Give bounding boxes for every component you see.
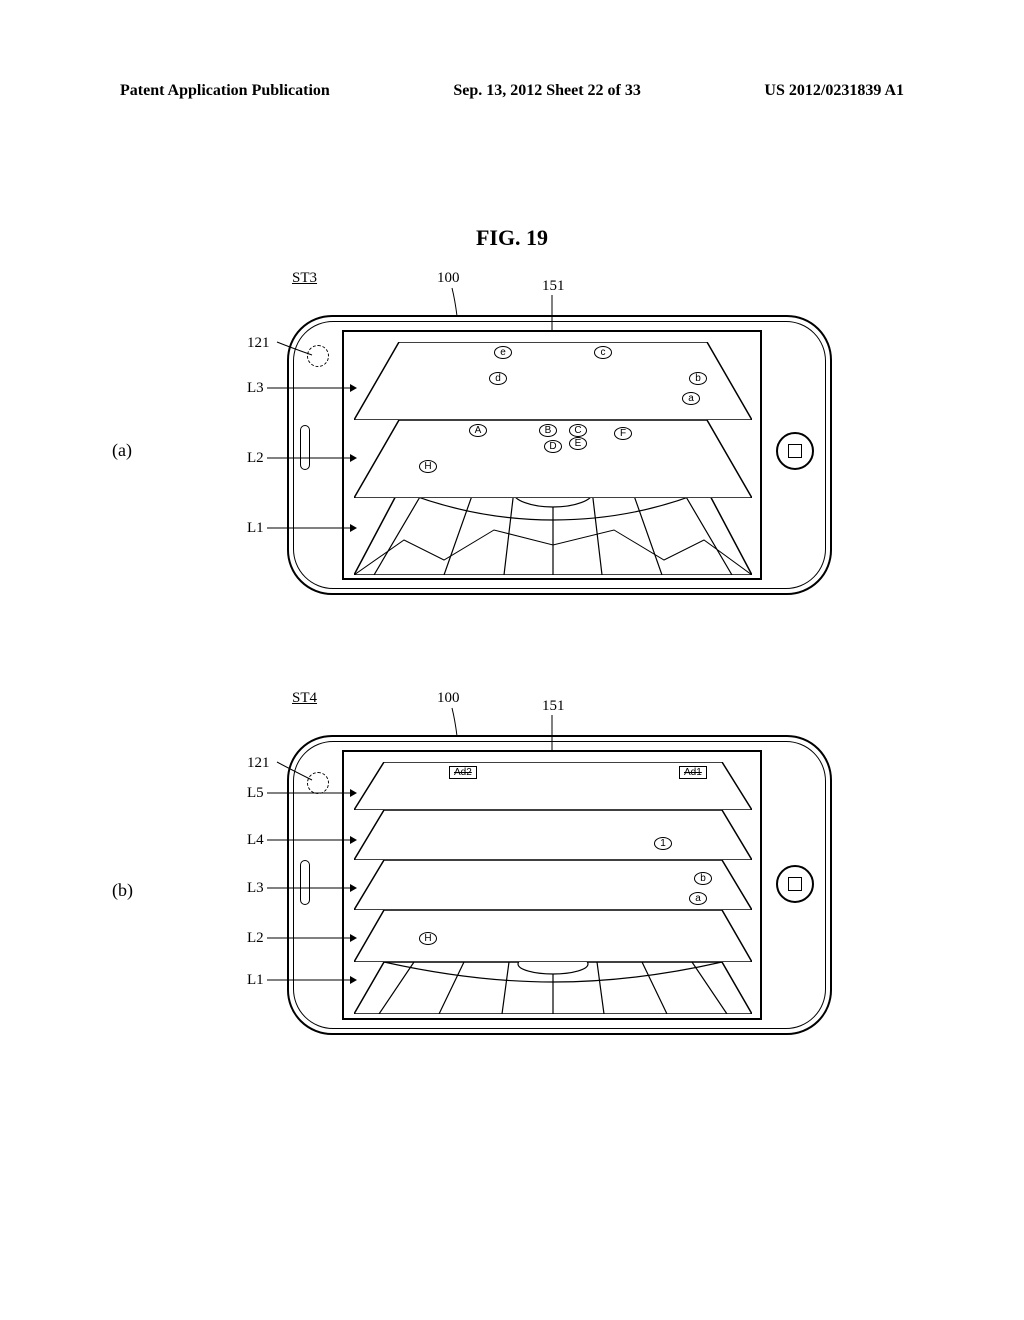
home-button-a <box>776 432 814 470</box>
letter-B-l2: B <box>539 424 557 437</box>
l1-label-a: L1 <box>247 520 264 537</box>
layer-l1-a <box>354 490 752 575</box>
st4-label: ST4 <box>292 690 317 707</box>
letter-E-l2: E <box>569 437 587 450</box>
diagram-b: (b) ST4 100 151 121 L5 L4 L3 L2 L1 <box>162 680 862 1080</box>
ref-121-b: 121 <box>247 755 270 772</box>
ref-151-a: 151 <box>542 278 565 295</box>
ad1-box: Ad1 <box>679 766 707 779</box>
side-button-b <box>300 860 310 905</box>
ref-100-a: 100 <box>437 270 460 287</box>
letter-e-l3: e <box>494 346 512 359</box>
ref-151-b: 151 <box>542 698 565 715</box>
letter-a-l3-b: a <box>689 892 707 905</box>
header-left: Patent Application Publication <box>120 82 330 100</box>
letter-d-l3: d <box>489 372 507 385</box>
home-square-icon-a <box>788 444 802 458</box>
l4-label-b: L4 <box>247 832 264 849</box>
letter-F-l2: F <box>614 427 632 440</box>
l3-label-b: L3 <box>247 880 264 897</box>
side-button-a <box>300 425 310 470</box>
screen-a: e c d b a A B C D E F H <box>342 330 762 580</box>
sub-label-a: (a) <box>112 440 132 461</box>
st3-label: ST3 <box>292 270 317 287</box>
camera-icon-b <box>307 772 329 794</box>
layer-l2-b <box>354 910 752 962</box>
page-header: Patent Application Publication Sep. 13, … <box>0 82 1024 100</box>
screen-b: Ad2 Ad1 1 b a H <box>342 750 762 1020</box>
letter-b-l3-b: b <box>694 872 712 885</box>
camera-icon-a <box>307 345 329 367</box>
letter-H-l2: H <box>419 460 437 473</box>
letter-A-l2: A <box>469 424 487 437</box>
letter-b-l3: b <box>689 372 707 385</box>
letter-C-l2: C <box>569 424 587 437</box>
header-center: Sep. 13, 2012 Sheet 22 of 33 <box>453 82 641 100</box>
letter-D-l2: D <box>544 440 562 453</box>
layer-l1-b <box>354 962 752 1014</box>
l2-label-a: L2 <box>247 450 264 467</box>
l1-label-b: L1 <box>247 972 264 989</box>
diagram-a: (a) ST3 100 151 121 L3 L2 L1 <box>162 260 862 630</box>
letter-c-l3: c <box>594 346 612 359</box>
header-right: US 2012/0231839 A1 <box>764 82 904 100</box>
letter-1-l4: 1 <box>654 837 672 850</box>
l5-label-b: L5 <box>247 785 264 802</box>
l3-label-a: L3 <box>247 380 264 397</box>
home-square-icon-b <box>788 877 802 891</box>
letter-a-l3: a <box>682 392 700 405</box>
ref-121-a: 121 <box>247 335 270 352</box>
ad2-box: Ad2 <box>449 766 477 779</box>
figure-title: FIG. 19 <box>476 225 548 251</box>
ref-100-b: 100 <box>437 690 460 707</box>
letter-H-l2-b: H <box>419 932 437 945</box>
layer-l4-b <box>354 810 752 860</box>
l2-label-b: L2 <box>247 930 264 947</box>
sub-label-b: (b) <box>112 880 133 901</box>
home-button-b <box>776 865 814 903</box>
